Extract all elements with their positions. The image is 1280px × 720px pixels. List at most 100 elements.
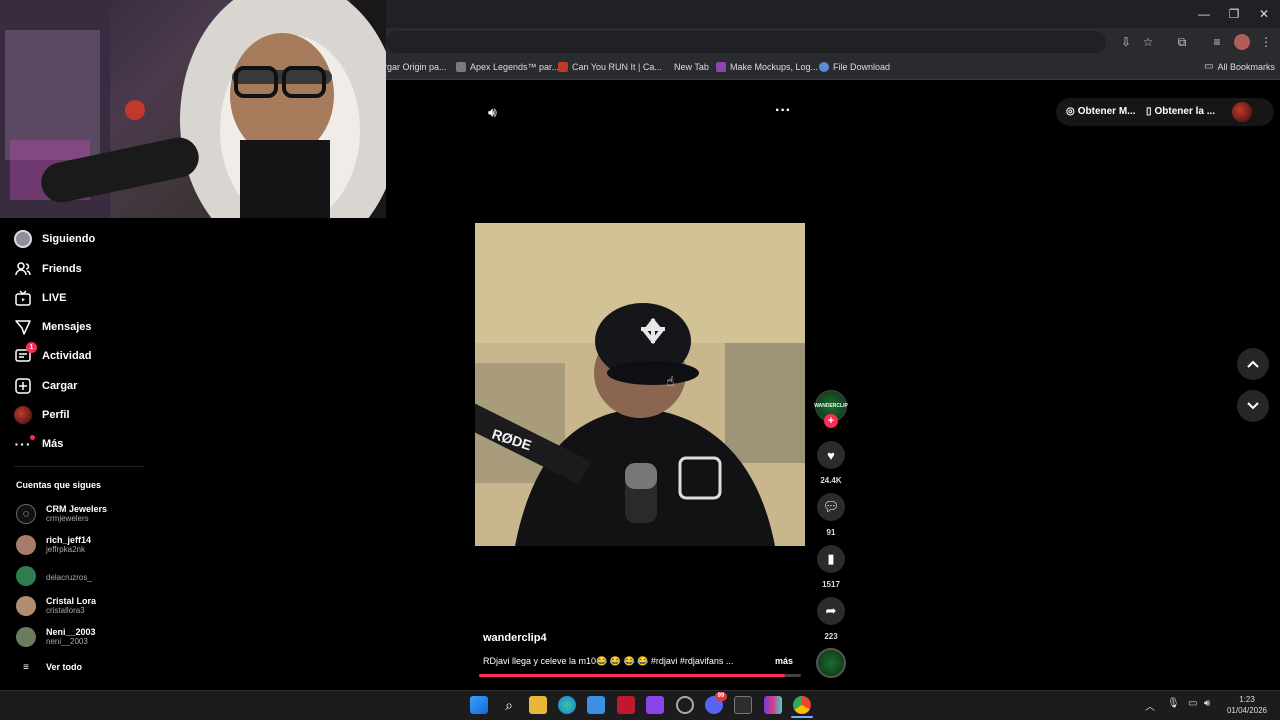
nav-label: LIVE <box>42 292 67 304</box>
start-icon[interactable] <box>470 696 488 714</box>
extensions-icon[interactable]: ⧉ <box>1174 34 1190 50</box>
bookmark-item[interactable]: File Download <box>819 59 890 75</box>
friends-icon <box>14 260 32 278</box>
all-bookmarks-button[interactable]: ▭ All Bookmarks <box>1204 59 1275 75</box>
chrome-icon[interactable] <box>793 696 811 714</box>
nav-label: Friends <box>42 263 82 275</box>
video-username[interactable]: wanderclip4 <box>483 632 547 644</box>
following-account-item[interactable]: delacruzros_ <box>16 563 92 589</box>
active-app-indicator <box>791 716 813 718</box>
install-app-icon[interactable]: ⇩ <box>1118 34 1134 50</box>
bookmark-item[interactable]: New Tab <box>674 59 709 75</box>
speaker-icon[interactable]: 🔊︎ <box>1204 698 1210 709</box>
network-icon[interactable]: ▭ <box>1188 698 1197 709</box>
follow-plus-button[interactable]: + <box>824 414 838 428</box>
nav-label: Mensajes <box>42 321 92 333</box>
nav-friends[interactable]: Friends <box>14 258 82 280</box>
epic-games-icon[interactable] <box>734 696 752 714</box>
folder-icon: ▭ <box>1204 61 1214 72</box>
apex-favicon-icon <box>456 62 466 72</box>
account-handle: crmjewelers <box>46 514 89 523</box>
like-button[interactable]: ♥ <box>817 441 845 469</box>
comment-button[interactable]: 💬︎ <box>817 493 845 521</box>
get-app-label: Obtener la ... <box>1154 106 1216 117</box>
following-account-item[interactable]: Neni__2003 neni__2003 <box>16 624 96 650</box>
account-name: CRM Jewelers <box>46 504 108 514</box>
bookmark-item[interactable]: Can You RUN It | Ca... <box>558 59 662 75</box>
twitch-icon[interactable] <box>646 696 664 714</box>
bookmark-item[interactable]: Apex Legends™ par... <box>456 59 559 75</box>
music-disc-icon[interactable] <box>816 648 846 678</box>
caption-more-button[interactable]: más <box>775 656 793 666</box>
nav-siguiendo[interactable]: Siguiendo <box>14 228 95 250</box>
get-app-button[interactable]: ▯ Obtener la ... <box>1146 106 1215 117</box>
previous-video-button[interactable] <box>1237 348 1269 380</box>
search-icon[interactable]: ⌕ <box>500 696 518 714</box>
share-button[interactable]: ➦ <box>817 597 845 625</box>
bookmark-label: New Tab <box>674 62 709 72</box>
chevron-down-icon <box>1247 402 1259 410</box>
browser-menu-icon[interactable]: ⋮ <box>1258 34 1274 50</box>
file-explorer-icon[interactable] <box>529 696 547 714</box>
webcam-overlay <box>0 0 386 218</box>
profile-avatar-icon[interactable] <box>1234 34 1250 50</box>
account-name: Cristal Lora <box>46 596 97 606</box>
video-player[interactable]: RØDE ☝︎ <box>475 223 805 546</box>
nav-mas[interactable]: ··· Más <box>14 433 63 455</box>
bookmark-icon: ▮ <box>827 551 835 566</box>
video-options-icon[interactable]: ··· <box>775 102 791 120</box>
sidebar-divider <box>14 466 144 467</box>
webcam-streamer-image <box>0 0 386 218</box>
bookmark-label: Can You RUN It | Ca... <box>572 62 662 72</box>
nav-cargar[interactable]: Cargar <box>14 375 77 397</box>
user-avatar-icon[interactable] <box>1232 102 1252 122</box>
creator-avatar-text: WANDERCLIP <box>814 403 848 409</box>
messages-icon <box>14 318 32 336</box>
winrar-icon[interactable] <box>764 696 782 714</box>
close-window-button[interactable]: ✕ <box>1254 6 1274 22</box>
microphone-icon[interactable]: 🎙︎ <box>1167 698 1180 709</box>
maximize-button[interactable]: ❐ <box>1224 6 1244 22</box>
bookmark-label: rgar Origin pa... <box>384 62 447 72</box>
bookmark-star-icon[interactable]: ☆ <box>1140 34 1156 50</box>
upload-icon <box>14 377 32 395</box>
get-coins-button[interactable]: ◎ Obtener M... <box>1066 106 1136 117</box>
nav-perfil[interactable]: Perfil <box>14 404 70 426</box>
bookmark-item[interactable]: rgar Origin pa... <box>384 59 447 75</box>
see-all-button[interactable]: ≡ Ver todo <box>16 654 82 680</box>
clock[interactable]: 1:23 01/04/2026 <box>1222 694 1272 716</box>
save-button[interactable]: ▮ <box>817 545 845 573</box>
following-account-item[interactable]: Cristal Lora cristallora3 <box>16 593 96 619</box>
following-account-item[interactable]: rich_jeff14 jeffrpka2nk <box>16 532 91 558</box>
amd-icon[interactable] <box>617 696 635 714</box>
nav-mensajes[interactable]: Mensajes <box>14 316 92 338</box>
account-handle: delacruzros_ <box>46 573 92 582</box>
coin-icon: ◎ <box>1066 106 1075 117</box>
video-progress-bar[interactable] <box>479 674 801 677</box>
volume-icon[interactable]: 🔊︎ <box>488 104 497 121</box>
video-frame-image: RØDE <box>475 223 805 546</box>
nav-actividad[interactable]: 1 Actividad <box>14 342 92 367</box>
more-icon: ··· <box>14 435 35 453</box>
windows-taskbar <box>0 690 1280 720</box>
account-avatar <box>16 535 36 555</box>
edge-icon[interactable] <box>558 696 576 714</box>
clock-app-icon[interactable] <box>676 696 694 714</box>
get-coins-label: Obtener M... <box>1077 106 1136 117</box>
tray-chevron-icon[interactable]: ︿ <box>1145 698 1155 713</box>
bookmark-item[interactable]: Make Mockups, Log... <box>716 59 818 75</box>
video-progress-fill <box>479 674 785 677</box>
account-name: rich_jeff14 <box>46 535 92 545</box>
following-account-item[interactable]: ◌ CRM Jewelers crmjewelers <box>16 501 107 527</box>
all-bookmarks-label: All Bookmarks <box>1217 62 1275 72</box>
minimize-button[interactable]: — <box>1194 6 1214 22</box>
store-icon[interactable] <box>587 696 605 714</box>
video-caption: RDjavi llega y celeve la m10😂 😂 😂 😂 #rdj… <box>483 656 734 666</box>
next-video-button[interactable] <box>1237 390 1269 422</box>
nav-live[interactable]: LIVE <box>14 287 66 309</box>
nav-label: Más <box>42 438 64 450</box>
media-control-icon[interactable]: ≡ <box>1209 34 1225 50</box>
bookmark-label: Make Mockups, Log... <box>730 62 819 72</box>
nav-label: Perfil <box>42 409 70 421</box>
address-bar[interactable] <box>386 31 1106 53</box>
